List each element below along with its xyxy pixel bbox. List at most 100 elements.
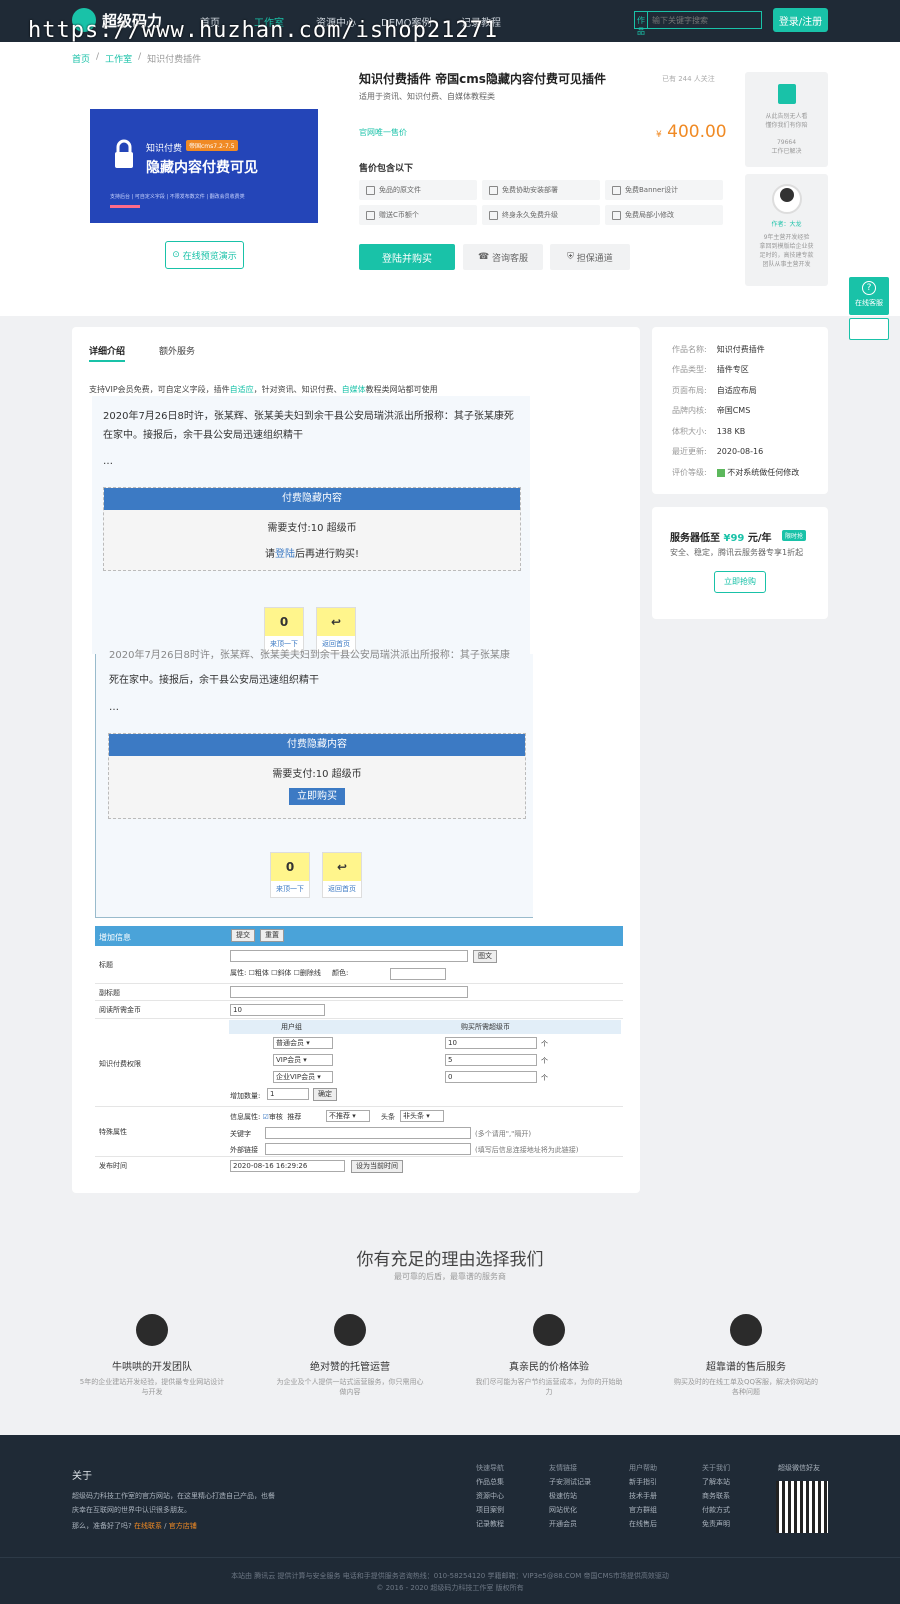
media-link[interactable]: 自媒体 xyxy=(342,385,366,394)
product-title: 知识付费插件 帝国cms隐藏内容付费可见插件 xyxy=(359,72,606,86)
feature-item: 终身永久免费升级 xyxy=(482,205,600,225)
info-row: 页面布局: 自适应布局 xyxy=(672,386,757,395)
headset-icon: ☎ xyxy=(477,252,493,262)
team-icon xyxy=(136,1314,168,1346)
pubtime-input[interactable]: 2020-08-16 16:29:26 xyxy=(230,1160,345,1172)
banner-badge: 帝国cms7.2-7.5 xyxy=(186,140,238,151)
coin-input[interactable]: 0 xyxy=(445,1071,537,1083)
watermark-url: https://www.huzhan.com/ishop21271 xyxy=(28,18,499,43)
author-name: 作者：大龙 xyxy=(771,221,802,228)
price-value: ¥ 400.00 xyxy=(656,122,727,142)
search-box[interactable]: 作品 xyxy=(634,11,766,36)
subtitle-input[interactable] xyxy=(230,986,468,998)
footer-about-title: 关于 xyxy=(72,1471,92,1482)
image-text-button[interactable]: 图文 xyxy=(473,950,497,963)
crumb-home[interactable]: 首页 xyxy=(72,52,90,65)
reason-price: 真亲民的价格体验 我们尽可能为客户节约运营成本，为你的开始助力 xyxy=(474,1314,624,1397)
form-header: 增加信息 提交 重置 xyxy=(95,926,623,946)
consult-button[interactable]: ☎ 咨询客服 xyxy=(463,244,543,270)
search-input[interactable] xyxy=(648,12,766,28)
feature-item: 免费局部小修改 xyxy=(605,205,723,225)
feature-item: 免费Banner设计 xyxy=(605,180,723,200)
info-row: 作品名称: 知识付费插件 xyxy=(672,345,765,354)
hidden-content-box-2: 付费隐藏内容 需要支付:10 超级币 立即购买 xyxy=(108,733,526,819)
avatar xyxy=(771,184,802,214)
reasons-title: 你有充足的理由选择我们 xyxy=(356,1250,544,1270)
coin-input[interactable]: 10 xyxy=(445,1037,537,1049)
form-row-special: 特殊属性 信息属性: ☑审核 推荐 不推荐 ▾ 头条 非头条 ▾ 关键字 (多个… xyxy=(95,1107,623,1157)
external-link-input[interactable] xyxy=(265,1143,471,1155)
product-subtitle: 适用于资讯、知识付费、自媒体教程类 xyxy=(359,92,495,101)
crumb-studio[interactable]: 工作室 xyxy=(105,52,132,65)
tab-underline xyxy=(89,360,125,362)
qr-code-icon xyxy=(776,1481,828,1533)
pinwheel-icon xyxy=(730,1314,762,1346)
read-coins-input[interactable]: 10 xyxy=(230,1004,325,1016)
footer-col-links: 友情链接 子安测试记录 极速仿站 网站优化 开通会员 xyxy=(549,1464,591,1528)
feature-item: 赠送C币额个 xyxy=(359,205,477,225)
group-select[interactable]: VIP会员 ▾ xyxy=(273,1054,333,1066)
keyword-input[interactable] xyxy=(265,1127,471,1139)
price-label: 官网唯一售价 xyxy=(359,128,407,137)
crumb-current: 知识付费插件 xyxy=(147,55,202,65)
question-icon: ? xyxy=(862,281,876,295)
banner-accent xyxy=(110,205,140,208)
search-category-select[interactable]: 作品 xyxy=(635,12,648,36)
tab-details[interactable]: 详细介绍 xyxy=(89,344,125,357)
group-select[interactable]: 普通会员 ▾ xyxy=(273,1037,333,1049)
banner-title: 隐藏内容付费可见 xyxy=(146,160,258,176)
reason-hosting: 绝对赞的托管运营 为企业及个人提供一站式运营服务，你只需用心做内容 xyxy=(275,1314,425,1397)
buy-server-button[interactable]: 立即抢购 xyxy=(714,571,766,593)
info-row: 体积大小: 138 KB xyxy=(672,427,746,436)
demo-login-link[interactable]: 登陆 xyxy=(275,549,295,560)
wechat-label: 超级微信好友 xyxy=(778,1464,820,1472)
form-row-title: 标题 图文 属性: ☐粗体 ☐斜体 ☐删除线 颜色: xyxy=(95,946,623,984)
recommend-select[interactable]: 不推荐 ▾ xyxy=(326,1110,370,1122)
headline-select[interactable]: 非头条 ▾ xyxy=(400,1110,444,1122)
info-row: 最近更新: 2020-08-16 xyxy=(672,447,764,456)
responsive-link[interactable]: 自适应 xyxy=(230,385,254,394)
official-shop-link[interactable]: 官方店铺 xyxy=(169,1522,197,1530)
color-input[interactable] xyxy=(390,968,446,980)
info-row: 品牌内核: 帝国CMS xyxy=(672,406,751,415)
banner-features: 支持后台 | 可自定义字段 | 不限发布数文件 | 翻改会员收费类 xyxy=(110,194,245,200)
thumbs-up-button-2[interactable]: 0 来顶一下 xyxy=(270,852,310,898)
author-card: 作者：大龙 9年主营开发经验 拿回到模版给企业获 足时的，高技建专款 团队从事主营开发 xyxy=(745,174,828,286)
login-register-button[interactable]: 登录/注册 xyxy=(773,8,828,32)
add-count-input[interactable]: 1 xyxy=(267,1088,309,1100)
footer-col-about: 关于我们 了解本站 商务联系 付款方式 免责声明 xyxy=(702,1464,730,1528)
coin-input[interactable]: 5 xyxy=(445,1054,537,1066)
footer-col-nav: 快速导航 作品总集 资源中心 项目案例 记录教程 xyxy=(476,1464,504,1528)
intro-text: 支持VIP会员免费，可自定义字段，插件自适应，针对资讯、知识付费、自媒体教程类网… xyxy=(89,385,438,394)
submit-button[interactable]: 提交 xyxy=(231,929,255,942)
scroll-top-float[interactable] xyxy=(849,318,889,340)
watch-count: 已有 244 人关注 xyxy=(662,75,715,83)
reasons-subtitle: 最可靠的后盾，最靠谱的服务商 xyxy=(394,1272,506,1281)
demo-story: 2020年7月26日8时许，张某辉、张某美夫妇到余干县公安局瑞洪派出所报称：其子… xyxy=(103,411,514,441)
shield-icon: ⛨ xyxy=(567,252,577,262)
back-home-button-2[interactable]: ↩ 返回首页 xyxy=(322,852,362,898)
online-service-float[interactable]: ? 在线客服 xyxy=(849,277,889,315)
form-row-read-coins: 阅读所需金币 10 xyxy=(95,1001,623,1019)
buy-button[interactable]: 登陆并购买 xyxy=(359,244,455,270)
title-input[interactable] xyxy=(230,950,468,962)
demo-buy-now-button[interactable]: 立即购买 xyxy=(289,788,345,805)
reason-team: 牛哄哄的开发团队 5年的企业建站开发经验，提供最专业网站设计与开发 xyxy=(77,1314,227,1397)
check-icon xyxy=(716,468,725,477)
online-contact-link[interactable]: 在线联系 xyxy=(134,1522,162,1530)
footer-col-help: 用户帮助 新手指引 技术手册 官方群组 在线售后 xyxy=(629,1464,657,1528)
feature-item: 免品的原文件 xyxy=(359,180,477,200)
reason-aftersales: 超靠谱的售后服务 购买及时的在线工单及QQ客服，解决你网站的各种问题 xyxy=(671,1314,821,1397)
tab-extra-services[interactable]: 额外服务 xyxy=(159,344,195,357)
info-row: 作品类型: 插件专区 xyxy=(672,365,749,374)
reset-button[interactable]: 重置 xyxy=(260,929,284,942)
confirm-button[interactable]: 确定 xyxy=(313,1088,337,1101)
form-row-pubtime: 发布时间 2020-08-16 16:29:26 设为当前时间 xyxy=(95,1157,623,1175)
includes-label: 售价包含以下 xyxy=(359,164,414,174)
thumbs-up-icon xyxy=(334,1314,366,1346)
set-now-button[interactable]: 设为当前时间 xyxy=(351,1160,403,1173)
form-row-subtitle: 副标题 xyxy=(95,984,623,1001)
group-select[interactable]: 企业VIP会员 ▾ xyxy=(273,1071,333,1083)
guarantee-button[interactable]: ⛨ 担保通道 xyxy=(550,244,630,270)
online-preview-button[interactable]: ⊙ 在线预览演示 xyxy=(165,241,244,269)
